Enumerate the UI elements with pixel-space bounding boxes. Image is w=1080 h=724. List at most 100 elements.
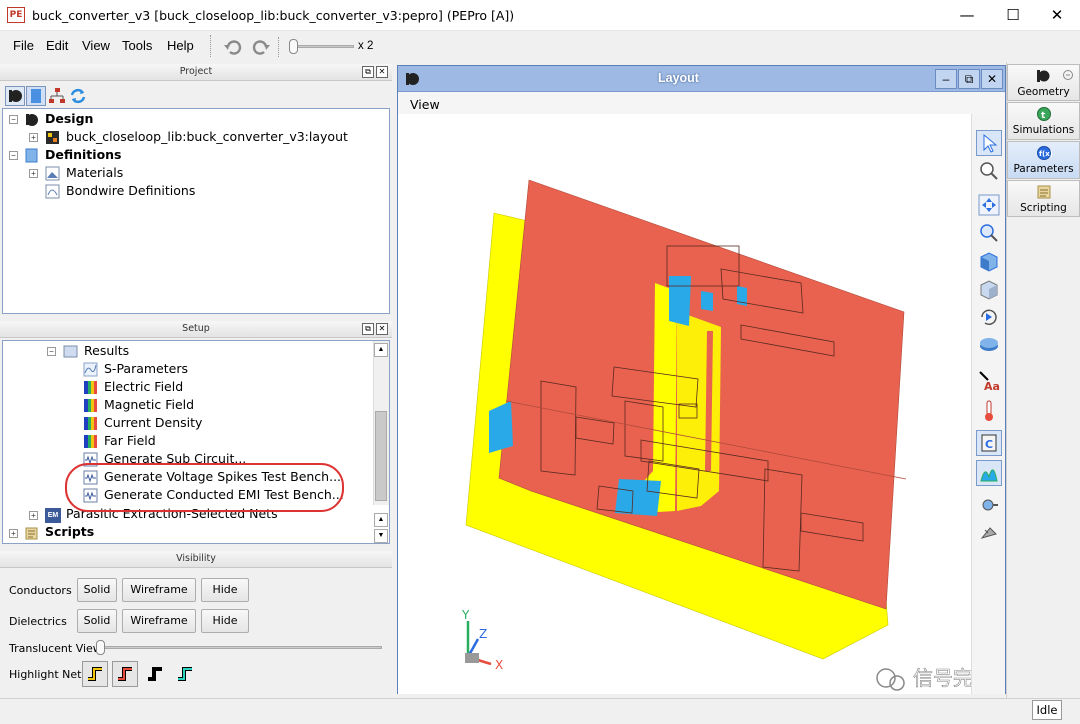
redo-icon[interactable]	[250, 36, 272, 58]
layout-menu-bar: View	[398, 92, 1005, 114]
dock-tab-simulations[interactable]: t Simulations	[1007, 102, 1080, 140]
menu-bar: File Edit View Tools Help x 2	[0, 31, 1080, 61]
dielectrics-solid-button[interactable]: Solid	[77, 609, 117, 633]
collapse-toggle[interactable]: −	[9, 151, 18, 160]
pan-icon[interactable]	[976, 192, 1002, 218]
field-plot-icon[interactable]	[976, 460, 1002, 486]
dock-tab-parameters[interactable]: f(x) Parameters	[1007, 141, 1080, 179]
tree-item-bondwire[interactable]: Bondwire Definitions	[66, 182, 195, 200]
dielectrics-hide-button[interactable]: Hide	[201, 609, 249, 633]
axis-z-label: Z	[479, 627, 487, 641]
result-electric-field[interactable]: Electric Field	[104, 378, 183, 396]
watermark-text: 信号完整性	[913, 666, 971, 690]
layout-view-menu[interactable]: View	[410, 97, 440, 112]
refresh-icon[interactable]	[68, 86, 88, 106]
maximize-button[interactable]: ☐	[990, 0, 1036, 31]
scripting-icon	[1037, 185, 1051, 199]
text-label-icon[interactable]: Aa	[976, 368, 1002, 394]
close-panel-button[interactable]: ✕	[376, 323, 388, 335]
yellow-trace	[677, 311, 721, 511]
scroll-up-arrow[interactable]: ▲	[374, 343, 388, 357]
menu-view[interactable]: View	[82, 38, 110, 53]
menu-tools[interactable]: Tools	[122, 38, 152, 53]
minimize-button[interactable]: —	[944, 0, 990, 31]
net-highlight-red-icon[interactable]	[112, 661, 138, 687]
zoom-fit-icon[interactable]	[976, 220, 1002, 246]
scrollbar-thumb[interactable]	[375, 411, 387, 501]
tree-item-scripts[interactable]: Scripts	[45, 523, 94, 541]
result-magnetic-field[interactable]: Magnetic Field	[104, 396, 194, 414]
expand-toggle[interactable]: +	[9, 529, 18, 538]
layout-restore-button[interactable]: ⧉	[958, 69, 980, 89]
result-current-density[interactable]: Current Density	[104, 414, 202, 432]
blue-component	[701, 291, 713, 311]
dock-options-icon[interactable]	[1062, 69, 1074, 81]
measure-icon[interactable]	[976, 520, 1002, 546]
menu-file[interactable]: File	[13, 38, 34, 53]
collapse-toggle[interactable]: −	[9, 115, 18, 124]
close-button[interactable]: ✕	[1034, 0, 1080, 31]
net-highlight-black-icon[interactable]	[142, 661, 168, 687]
conductors-solid-button[interactable]: Solid	[77, 578, 117, 602]
scroll-down-arrow[interactable]: ▼	[374, 529, 388, 543]
dielectrics-label: Dielectrics	[9, 615, 67, 628]
thermal-icon[interactable]	[976, 398, 1002, 424]
svg-text:C: C	[985, 438, 993, 451]
expand-toggle[interactable]: +	[29, 169, 38, 178]
dock-tab-scripting[interactable]: Scripting	[1007, 180, 1080, 217]
conductors-wireframe-button[interactable]: Wireframe	[122, 578, 196, 602]
svg-text:f(x): f(x)	[1039, 150, 1052, 158]
net-highlight-yellow-icon[interactable]	[82, 661, 108, 687]
dielectrics-wireframe-button[interactable]: Wireframe	[122, 609, 196, 633]
float-panel-button[interactable]: ⧉	[362, 323, 374, 335]
highlight-annotation	[65, 463, 344, 512]
layout-close-button[interactable]: ✕	[981, 69, 1003, 89]
undo-icon[interactable]	[222, 36, 244, 58]
tree-item-design[interactable]: Design	[45, 110, 93, 128]
conductors-hide-button[interactable]: Hide	[201, 578, 249, 602]
tree-item-layout[interactable]: buck_closeloop_lib:buck_converter_v3:lay…	[66, 128, 348, 146]
translucent-slider-handle[interactable]	[96, 640, 105, 655]
result-s-parameters[interactable]: S-Parameters	[104, 360, 188, 378]
collapse-toggle[interactable]: −	[47, 347, 56, 356]
view-3d-icon[interactable]	[976, 248, 1002, 274]
result-far-field[interactable]: Far Field	[104, 432, 156, 450]
project-panel-title: Project	[179, 66, 213, 77]
translucent-slider-track[interactable]	[98, 646, 382, 649]
expand-toggle[interactable]: +	[29, 511, 38, 520]
setup-panel-title: Setup	[182, 323, 210, 334]
scroll-up-arrow[interactable]: ▲	[374, 513, 388, 527]
tree-item-definitions[interactable]: Definitions	[45, 146, 122, 164]
zoom-slider-track[interactable]	[290, 45, 354, 48]
logo-view-icon[interactable]	[5, 86, 25, 106]
layout-minimize-button[interactable]: –	[935, 69, 957, 89]
tree-item-materials[interactable]: Materials	[66, 164, 123, 182]
pcb-3d-scene[interactable]: Y X Z 信号完整性	[398, 114, 971, 694]
expand-toggle[interactable]: +	[29, 133, 38, 142]
app-window: PE buck_converter_v3 [buck_closeloop_lib…	[0, 0, 1080, 724]
probe-icon[interactable]	[976, 492, 1002, 518]
hierarchy-icon[interactable]	[47, 86, 67, 106]
menu-edit[interactable]: Edit	[46, 38, 68, 53]
layer-view-icon[interactable]	[976, 332, 1002, 358]
view-iso-icon[interactable]	[976, 276, 1002, 302]
menu-help[interactable]: Help	[167, 38, 194, 53]
s-parameters-icon	[83, 362, 98, 377]
svg-text:t: t	[1041, 111, 1046, 121]
layout-window: Layout – ⧉ ✕ View Y X Z 信号完 Aa C	[397, 65, 1006, 694]
component-c-icon[interactable]: C	[976, 430, 1002, 456]
zoom-window-icon[interactable]	[976, 158, 1002, 184]
float-panel-button[interactable]: ⧉	[362, 66, 374, 78]
magnetic-field-icon	[84, 399, 97, 412]
far-field-icon	[84, 435, 97, 448]
net-highlight-teal-icon[interactable]	[172, 661, 198, 687]
3d-viewport[interactable]: Y X Z 信号完整性	[398, 114, 971, 694]
design-logo-icon	[26, 114, 38, 126]
document-view-icon[interactable]	[26, 86, 46, 106]
select-pointer-icon[interactable]	[976, 130, 1002, 156]
em-badge-icon: EM	[45, 508, 61, 523]
zoom-slider-handle[interactable]	[289, 39, 298, 54]
tree-item-results[interactable]: Results	[84, 342, 129, 360]
close-panel-button[interactable]: ✕	[376, 66, 388, 78]
rotate-view-icon[interactable]	[976, 304, 1002, 330]
